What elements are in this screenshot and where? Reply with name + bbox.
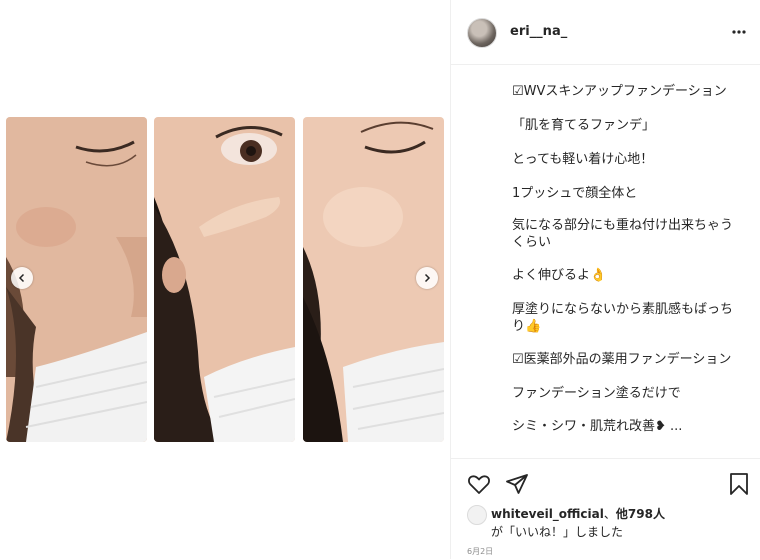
like-button[interactable] <box>467 472 491 500</box>
caption-line: 厚塗りにならないから素肌感もばっち <box>512 302 734 317</box>
likes-summary: whiteveil_official、他798人 <box>491 505 665 522</box>
post-header: eri__na_ <box>451 0 760 65</box>
likes-separator: 、 <box>603 507 616 521</box>
avatar[interactable] <box>467 18 497 48</box>
share-button[interactable] <box>505 472 529 500</box>
likes-suffix: が「いいね！」しました <box>491 525 624 539</box>
likes-others-link[interactable]: 他798人 <box>616 507 665 521</box>
caption-line: 「肌を育てるファンデ」 <box>512 118 656 133</box>
caption-line: り👍 <box>512 319 542 334</box>
caption-line: よく伸びるよ👌 <box>512 268 607 283</box>
liker-username-link[interactable]: whiteveil_official <box>491 507 604 521</box>
more-dots-icon <box>732 30 746 34</box>
heart-icon <box>468 475 490 494</box>
photo-applied <box>154 117 295 442</box>
bookmark-icon <box>730 473 748 495</box>
username-link[interactable]: eri__na_ <box>510 24 567 39</box>
chevron-left-icon <box>18 273 25 283</box>
carousel-prev-button[interactable] <box>11 267 33 289</box>
caption-line: くらい <box>512 235 552 250</box>
carousel-next-button[interactable] <box>416 267 438 289</box>
post-caption: ☑WVスキンアップファンデーション 「肌を育てるファンデ」 とっても軽い着け心地… <box>451 66 760 456</box>
liker-avatar[interactable] <box>467 505 487 525</box>
caption-line: ☑WVスキンアップファンデーション <box>512 84 727 99</box>
paper-plane-icon <box>506 474 528 494</box>
caption-line: ファンデーション塗るだけで <box>512 386 681 401</box>
caption-line: 1プッシュで顔全体と <box>512 186 638 201</box>
post-date[interactable]: 6月2日 <box>467 546 493 557</box>
post-media-carousel[interactable] <box>0 0 450 559</box>
caption-line: 気になる部分にも重ね付け出来ちゃう <box>512 218 734 233</box>
chevron-right-icon <box>424 273 431 283</box>
caption-line: シミ・シワ・肌荒れ改善❥ ... <box>512 419 683 434</box>
caption-line: とっても軽い着け心地！ <box>512 152 654 167</box>
caption-line: ☑医薬部外品の薬用ファンデーション <box>512 352 732 367</box>
more-options-button[interactable] <box>731 24 747 44</box>
post-actions: whiteveil_official、他798人 が「いいね！」しました 6月2… <box>451 458 760 560</box>
post-side-panel: eri__na_ ☑WVスキンアップファンデーション 「肌を育てるファンデ」 と… <box>450 0 760 559</box>
save-button[interactable] <box>728 472 750 500</box>
